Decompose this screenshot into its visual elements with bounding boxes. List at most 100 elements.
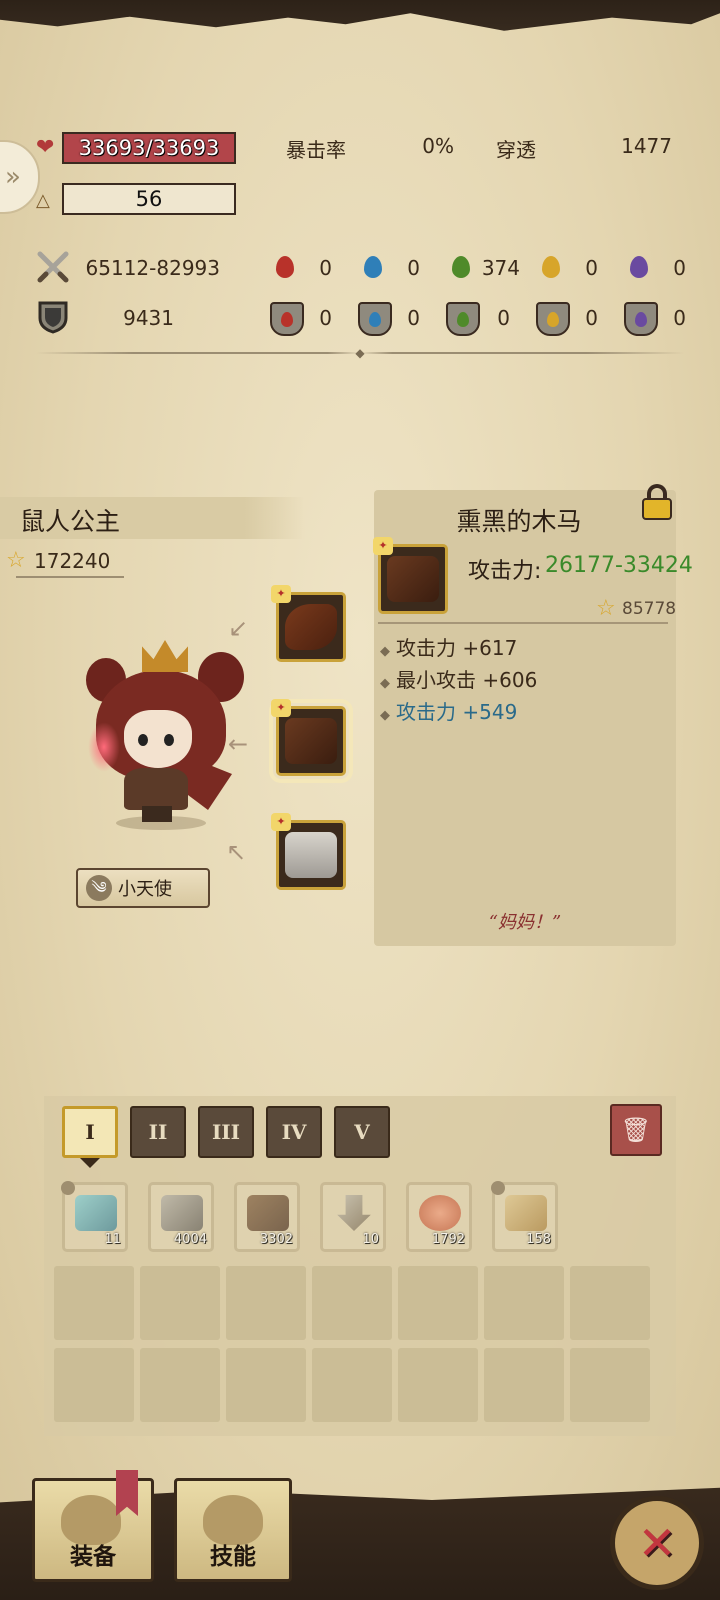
equip-slot-trinket[interactable]: ✦ bbox=[269, 699, 353, 783]
lock-icon bbox=[491, 1181, 505, 1195]
inventory-slot[interactable] bbox=[398, 1266, 478, 1340]
star-icon: ☆ bbox=[596, 596, 616, 621]
inventory-slot[interactable] bbox=[570, 1266, 650, 1340]
inventory-slot[interactable] bbox=[140, 1266, 220, 1340]
trash-icon: 🗑 bbox=[620, 1116, 652, 1144]
material-slot[interactable]: 11 bbox=[61, 1181, 128, 1252]
inventory-slot[interactable] bbox=[140, 1348, 220, 1422]
diamond-bullet-icon: ◆ bbox=[380, 644, 390, 659]
material-count: 3302 bbox=[259, 1232, 293, 1247]
item-quote: “妈妈！” bbox=[488, 912, 562, 933]
inventory-slot[interactable] bbox=[54, 1348, 134, 1422]
water-resist-value: 0 bbox=[407, 306, 420, 330]
material-count: 4004 bbox=[173, 1232, 207, 1247]
title-button[interactable]: ༄ 小天使 bbox=[76, 868, 210, 908]
material-slot[interactable]: 10 bbox=[320, 1182, 386, 1252]
diamond-bullet-icon: ◆ bbox=[380, 708, 390, 723]
item-score: 85778 bbox=[622, 599, 677, 619]
skill-nav-label: 技能 bbox=[210, 1544, 256, 1570]
crit-value: 0% bbox=[422, 134, 454, 158]
diamond-bullet-icon: ◆ bbox=[380, 676, 390, 691]
equip-nav-label: 装备 bbox=[70, 1544, 116, 1570]
material-count: 158 bbox=[526, 1232, 551, 1247]
water-attack-value: 0 bbox=[407, 256, 420, 280]
item-bonus: ◆ 最小攻击 +606 bbox=[380, 668, 538, 692]
level-bar: 56 bbox=[62, 183, 236, 215]
pierce-label: 穿透 bbox=[496, 138, 536, 162]
food-bowl-icon bbox=[419, 1195, 461, 1231]
defense-value: 9431 bbox=[123, 306, 174, 330]
item-divider bbox=[378, 622, 668, 624]
tab-page-1[interactable]: I bbox=[62, 1106, 118, 1158]
item-tag-icon: ✦ bbox=[271, 585, 291, 603]
inventory-slot[interactable] bbox=[312, 1348, 392, 1422]
material-slot[interactable]: 1792 bbox=[406, 1182, 472, 1252]
character-score: 172240 bbox=[34, 549, 111, 573]
character-name: 鼠人公主 bbox=[20, 507, 121, 536]
tab-page-4[interactable]: IV bbox=[266, 1106, 322, 1158]
material-slot[interactable]: 158 bbox=[491, 1181, 558, 1252]
pipe-icon bbox=[285, 604, 337, 650]
attack-range-value: 65112-82993 bbox=[85, 256, 220, 280]
material-slot[interactable]: 4004 bbox=[148, 1182, 214, 1252]
inventory-slot[interactable] bbox=[312, 1266, 392, 1340]
slot-pointer-arrow: ← bbox=[228, 730, 249, 758]
item-attack-label: 攻击力: bbox=[468, 559, 542, 584]
light-resist-value: 0 bbox=[585, 306, 598, 330]
close-button[interactable]: ✕ bbox=[610, 1496, 704, 1590]
inventory-slot[interactable] bbox=[484, 1266, 564, 1340]
rocking-horse-icon bbox=[285, 718, 337, 764]
material-count: 1792 bbox=[431, 1232, 465, 1247]
hp-bar: 33693/33693 bbox=[62, 132, 236, 164]
equip-slot-weapon[interactable]: ✦ bbox=[271, 585, 346, 662]
inventory-slot[interactable] bbox=[54, 1266, 134, 1340]
lock-icon[interactable] bbox=[640, 484, 674, 520]
inventory-slot[interactable] bbox=[226, 1348, 306, 1422]
heart-icon: ❤ bbox=[36, 135, 55, 160]
material-count: 10 bbox=[362, 1232, 379, 1247]
title-button-label: 小天使 bbox=[118, 879, 172, 900]
tab-page-2[interactable]: II bbox=[130, 1106, 186, 1158]
item-tag-icon: ✦ bbox=[271, 813, 291, 831]
shovel-icon bbox=[337, 1195, 371, 1231]
star-icon: ☆ bbox=[6, 548, 26, 573]
divider-ornament: ◆ bbox=[355, 346, 365, 360]
pierce-value: 1477 bbox=[621, 134, 672, 158]
wing-icon: ༄ bbox=[86, 875, 112, 901]
inventory-slot[interactable] bbox=[484, 1348, 564, 1422]
shield-icon bbox=[36, 300, 70, 334]
item-detail-icon: ✦ bbox=[373, 537, 448, 614]
material-slot[interactable]: 3302 bbox=[234, 1182, 300, 1252]
character-portrait[interactable] bbox=[86, 640, 244, 830]
item-bonus-special: ◆ 攻击力 +549 bbox=[380, 700, 518, 724]
inventory-slot[interactable] bbox=[570, 1348, 650, 1422]
fire-attack-value: 0 bbox=[319, 256, 332, 280]
dark-attack-value: 0 bbox=[673, 256, 686, 280]
item-bonus: ◆ 攻击力 +617 bbox=[380, 636, 518, 660]
slot-pointer-arrow: ↖ bbox=[226, 838, 247, 866]
nature-resist-value: 0 bbox=[497, 306, 510, 330]
item-tag-icon: ✦ bbox=[271, 699, 291, 717]
crystal-ore-icon bbox=[75, 1195, 117, 1231]
crit-label: 暴击率 bbox=[286, 138, 346, 162]
tab-page-5[interactable]: V bbox=[334, 1106, 390, 1158]
rocking-horse-icon bbox=[387, 556, 439, 602]
close-icon: ✕ bbox=[637, 1516, 677, 1570]
item-attack-value: 26177-33424 bbox=[545, 553, 693, 578]
skill-nav-button[interactable]: 技能 bbox=[174, 1478, 292, 1582]
stone-blocks-icon bbox=[161, 1195, 203, 1231]
tab-page-3[interactable]: III bbox=[198, 1106, 254, 1158]
nature-attack-icon bbox=[446, 252, 476, 282]
equip-slot-armor[interactable]: ✦ bbox=[271, 813, 346, 890]
lock-icon bbox=[61, 1181, 75, 1195]
nature-attack-value: 374 bbox=[481, 256, 520, 280]
item-name: 熏黑的木马 bbox=[456, 507, 582, 536]
robe-icon bbox=[285, 832, 337, 878]
inventory-slot[interactable] bbox=[226, 1266, 306, 1340]
inventory-slot[interactable] bbox=[398, 1348, 478, 1422]
treasure-map-icon bbox=[505, 1195, 547, 1231]
dark-resist-value: 0 bbox=[673, 306, 686, 330]
fire-resist-value: 0 bbox=[319, 306, 332, 330]
ore-crate-icon bbox=[247, 1195, 289, 1231]
trash-button[interactable]: 🗑 bbox=[610, 1104, 662, 1156]
